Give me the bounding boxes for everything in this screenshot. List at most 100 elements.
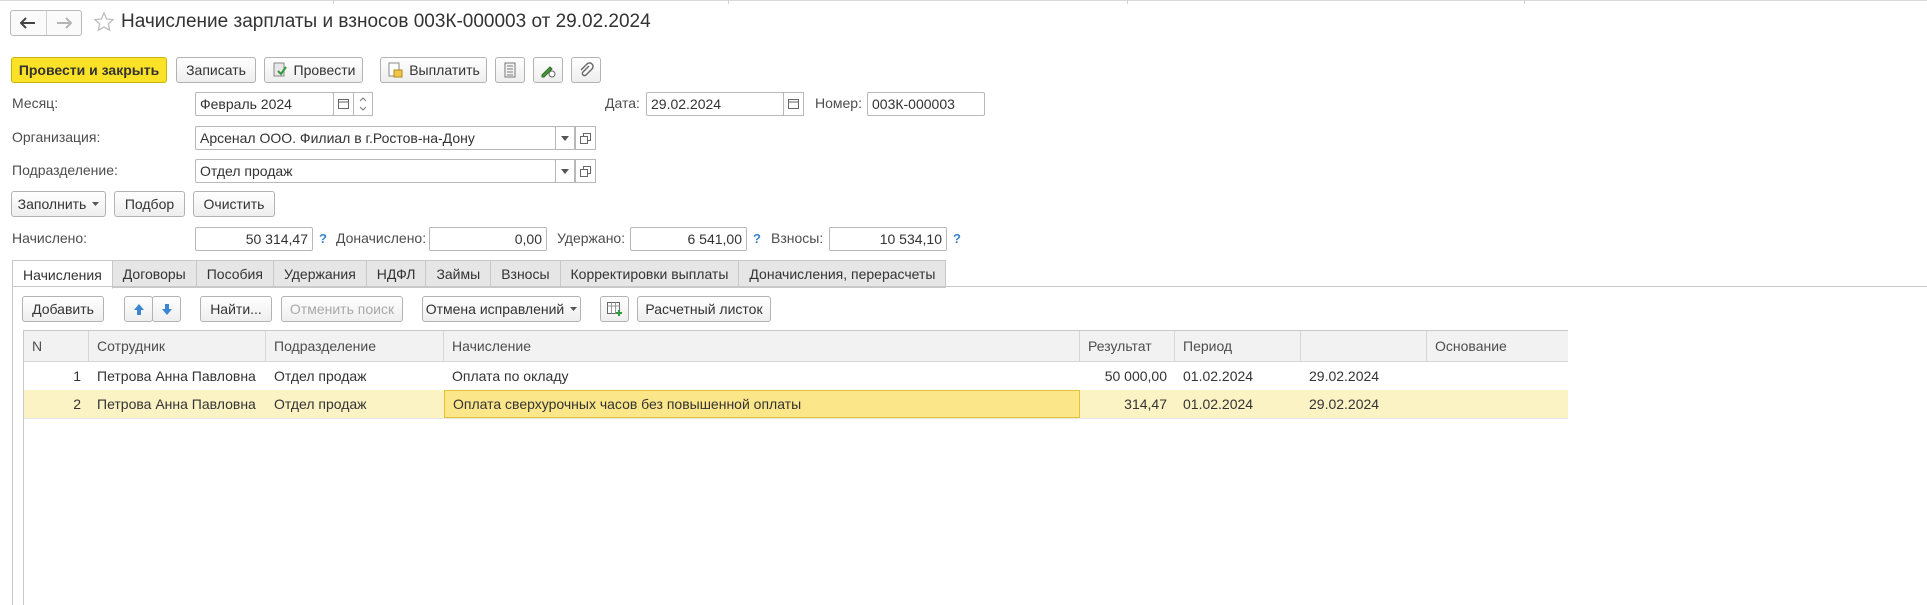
organization-open-button[interactable] [575, 126, 596, 150]
tab-contributions[interactable]: Взносы [491, 260, 561, 288]
tab-loans[interactable]: Займы [426, 260, 492, 288]
column-header-n[interactable]: N [24, 331, 89, 361]
cancel-corrections-button[interactable]: Отмена исправлений [422, 296, 581, 322]
cell-result: 50 000,00 [1104, 368, 1167, 384]
pick-button[interactable]: Подбор [114, 191, 185, 217]
accrued-label: Начислено: [12, 230, 88, 246]
cell-n: 2 [73, 396, 81, 412]
department-input[interactable]: Отдел продаж [195, 159, 556, 183]
move-up-button[interactable] [124, 296, 153, 322]
edit-button[interactable] [533, 57, 563, 83]
withheld-label: Удержано: [557, 230, 626, 246]
tab-benefits[interactable]: Пособия [196, 260, 274, 288]
cell-employee: Петрова Анна Павловна [97, 368, 256, 384]
post-button[interactable]: Провести [264, 57, 363, 83]
column-header-department[interactable]: Подразделение [266, 331, 444, 361]
column-header-period[interactable]: Период [1175, 331, 1301, 361]
add-table-button[interactable] [600, 296, 629, 322]
column-header-period-end[interactable] [1301, 331, 1427, 361]
date-calendar-button[interactable] [783, 92, 804, 116]
withheld-value: 6 541,00 [630, 227, 747, 251]
payslip-button[interactable]: Расчетный листок [637, 296, 771, 322]
cell-department: Отдел продаж [274, 368, 367, 384]
department-open-button[interactable] [575, 159, 596, 183]
date-label: Дата: [605, 95, 640, 111]
month-label: Месяц: [12, 95, 59, 111]
accruals-table: N Сотрудник Подразделение Начисление Рез… [23, 330, 1568, 605]
tab-contracts[interactable]: Договоры [112, 260, 197, 288]
department-dropdown-button[interactable] [555, 159, 575, 183]
table-row[interactable]: 1 Петрова Анна Павловна Отдел продаж Опл… [24, 362, 1568, 391]
chevron-down-icon [561, 135, 569, 141]
list-icon [504, 62, 516, 78]
arrow-down-icon [161, 303, 172, 315]
attach-button[interactable] [571, 57, 601, 83]
date-input[interactable]: 29.02.2024 [646, 92, 784, 116]
tab-payment-corrections[interactable]: Корректировки выплаты [560, 260, 740, 288]
find-button[interactable]: Найти... [200, 296, 272, 322]
column-header-accrual[interactable]: Начисление [444, 331, 1080, 361]
add-row-button[interactable]: Добавить [22, 296, 104, 322]
organization-input[interactable]: Арсенал ООО. Филиал в г.Ростов-на-Дону [195, 126, 556, 150]
cell-result: 314,47 [1124, 396, 1167, 412]
accrued-value: 50 314,47 [195, 227, 313, 251]
table-header: N Сотрудник Подразделение Начисление Рез… [24, 331, 1568, 362]
month-stepper[interactable] [353, 92, 373, 116]
pay-button[interactable]: Выплатить [380, 57, 487, 83]
move-down-button[interactable] [152, 296, 181, 322]
withheld-help-icon[interactable]: ? [753, 231, 761, 246]
month-calendar-button[interactable] [333, 92, 354, 116]
tab-accruals[interactable]: Начисления [12, 260, 113, 289]
extra-accrued-label: Доначислено: [336, 230, 427, 246]
table-row-selected[interactable]: 2 Петрова Анна Павловна Отдел продаж Опл… [24, 390, 1568, 419]
chevron-down-icon [92, 202, 100, 206]
fill-button[interactable]: Заполнить [11, 191, 106, 217]
cell-accrual-focused[interactable]: Оплата сверхурочных часов без повышенной… [444, 390, 1080, 418]
chevron-down-icon [561, 168, 569, 174]
report-list-button[interactable] [495, 57, 525, 83]
nav-group [10, 10, 82, 36]
cell-department: Отдел продаж [274, 396, 367, 412]
tab-deductions[interactable]: Удержания [273, 260, 367, 288]
chevron-down-icon [570, 307, 578, 311]
tab-underline [12, 286, 1927, 287]
number-label: Номер: [815, 95, 862, 111]
star-icon[interactable] [93, 11, 115, 33]
cell-n: 1 [73, 368, 81, 384]
calendar-icon [338, 99, 349, 109]
column-header-result[interactable]: Результат [1080, 331, 1175, 361]
contributions-label: Взносы: [771, 230, 824, 246]
table-add-icon [606, 302, 622, 316]
cancel-search-button[interactable]: Отменить поиск [281, 296, 403, 322]
organization-dropdown-button[interactable] [555, 126, 575, 150]
tab-bar: Начисления Договоры Пособия Удержания НД… [12, 260, 947, 289]
forward-button[interactable] [45, 11, 82, 35]
accrued-help-icon[interactable]: ? [319, 231, 327, 246]
paperclip-icon [580, 62, 594, 77]
cell-basis [1427, 362, 1569, 390]
clear-button[interactable]: Очистить [193, 191, 275, 217]
month-input[interactable]: Февраль 2024 [195, 92, 334, 116]
open-window-icon [580, 132, 591, 144]
post-button-label: Провести [293, 62, 356, 78]
extra-accrued-value: 0,00 [429, 227, 547, 251]
cell-accrual: Оплата по окладу [452, 368, 569, 384]
contributions-help-icon[interactable]: ? [953, 231, 961, 246]
post-document-icon [273, 62, 287, 77]
cell-employee: Петрова Анна Павловна [97, 396, 256, 412]
contributions-value: 10 534,10 [829, 227, 947, 251]
save-button[interactable]: Записать [176, 57, 256, 83]
pencil-clock-icon [541, 66, 556, 78]
number-input[interactable]: 003К-000003 [867, 92, 985, 116]
back-button[interactable] [11, 11, 46, 35]
pay-button-label: Выплатить [409, 62, 480, 78]
stepper-arrows-icon [359, 97, 367, 111]
post-and-close-button[interactable]: Провести и закрыть [11, 57, 167, 83]
column-header-employee[interactable]: Сотрудник [89, 331, 266, 361]
tab-recalculations[interactable]: Доначисления, перерасчеты [739, 260, 947, 288]
column-header-basis[interactable]: Основание [1427, 331, 1569, 361]
organization-label: Организация: [12, 129, 101, 145]
tab-ndfl[interactable]: НДФЛ [366, 260, 427, 288]
cell-period-end: 29.02.2024 [1309, 368, 1380, 384]
cancel-corrections-label: Отмена исправлений [425, 301, 565, 317]
